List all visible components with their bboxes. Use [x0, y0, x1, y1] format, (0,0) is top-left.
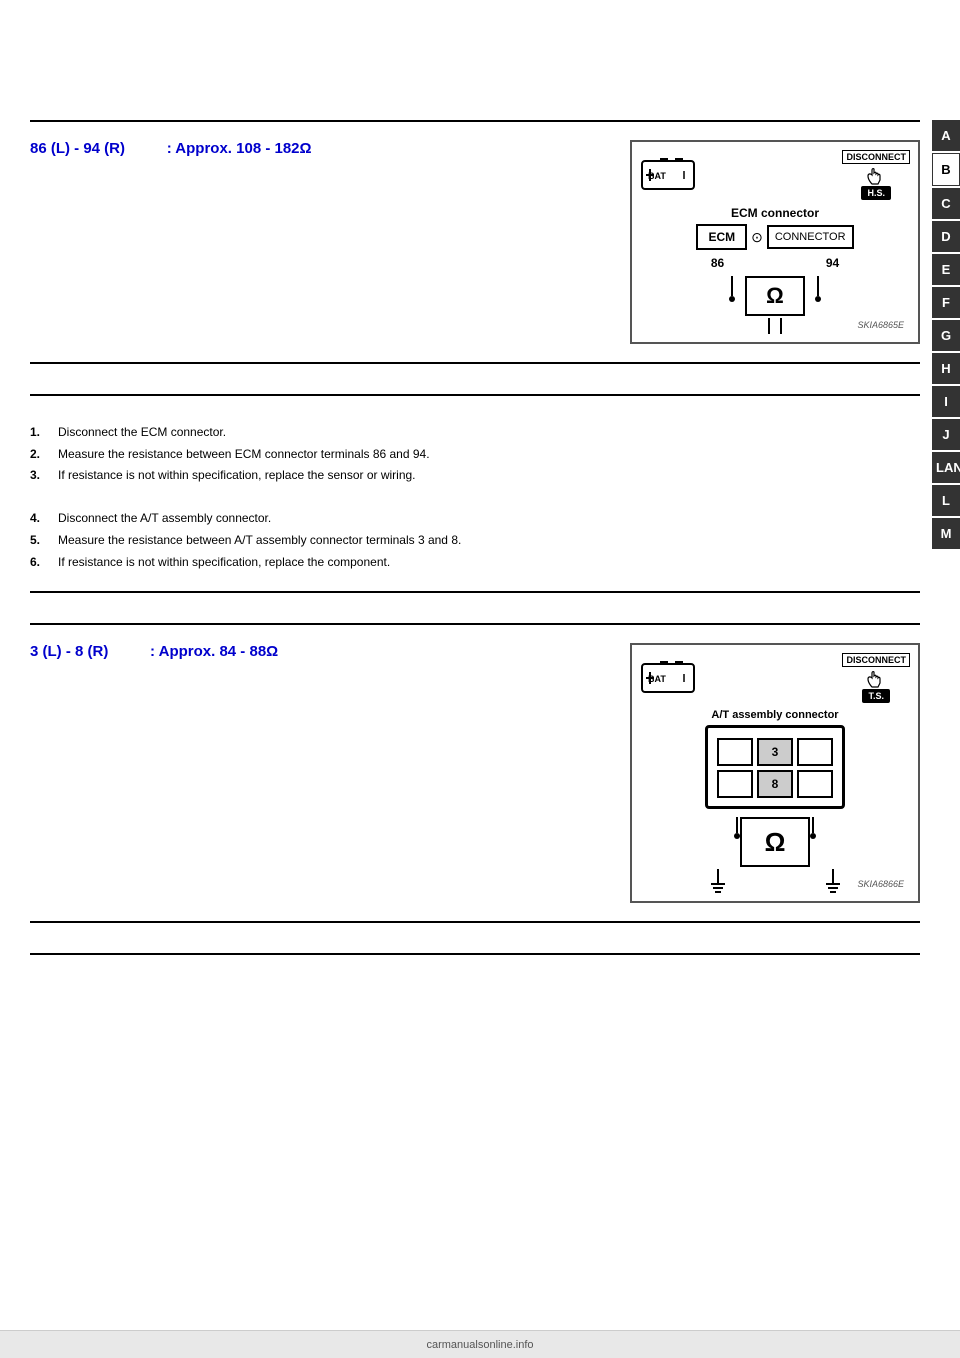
step-6: 6. If resistance is not within specifica… — [30, 552, 920, 574]
ecm-box: ECM — [696, 224, 747, 250]
at-pin-t2: 3 — [757, 738, 793, 766]
section3-title: 3 (L) - 8 (R) : Approx. 84 - 88Ω — [30, 643, 610, 660]
side-tab-A[interactable]: A — [932, 120, 960, 151]
ecm-pin-left: 86 — [711, 256, 724, 270]
step-text-2: Measure the resistance between ECM conne… — [58, 444, 430, 466]
battery-icon: BAT — [640, 157, 700, 193]
step-text-6: If resistance is not within specificatio… — [58, 552, 390, 574]
section1-content: 86 (L) - 94 (R) : Approx. 108 - 182Ω — [30, 140, 610, 165]
at-disconnect-group: DISCONNECT T.S. — [842, 653, 910, 703]
section-at-connector: 3 (L) - 8 (R) : Approx. 84 - 88Ω BAT — [30, 623, 920, 923]
ecm-probe-right — [815, 276, 821, 316]
at-ohm-container: Ω — [640, 817, 910, 867]
at-pin-t1 — [717, 738, 753, 766]
step-num-2: 2. — [30, 444, 50, 466]
connector-box: CONNECTOR — [767, 225, 854, 249]
ecm-probe-left — [729, 276, 735, 316]
at-pin-t3 — [797, 738, 833, 766]
step-3: 3. If resistance is not within specifica… — [30, 465, 920, 487]
at-pins-bottom: 8 — [716, 770, 834, 798]
main-content: 86 (L) - 94 (R) : Approx. 108 - 182Ω BAT — [30, 0, 920, 955]
at-connector-label: A/T assembly connector — [640, 709, 910, 721]
step-num-6: 6. — [30, 552, 50, 574]
skia-code-1: SKIA6865E — [857, 320, 904, 330]
section1-terminal-range: 86 (L) - 94 (R) — [30, 140, 125, 157]
hand-icon — [864, 166, 888, 186]
section3-content: 3 (L) - 8 (R) : Approx. 84 - 88Ω — [30, 643, 610, 668]
ecm-diagram-box: BAT DISCONNECT H.S. — [630, 140, 920, 344]
side-tab-H[interactable]: H — [932, 353, 960, 384]
step-num-3: 3. — [30, 465, 50, 487]
section3-resistance-value: : Approx. 84 - 88Ω — [150, 643, 278, 660]
skia-code-2: SKIA6866E — [857, 879, 904, 889]
ecm-diagram-inner: BAT DISCONNECT H.S. — [640, 150, 910, 334]
side-tab-C[interactable]: C — [932, 188, 960, 219]
at-disconnect-label: DISCONNECT — [842, 653, 910, 667]
at-ground-right — [826, 869, 840, 893]
step-num-4: 4. — [30, 508, 50, 530]
ecm-ohm-meter: Ω — [745, 276, 805, 316]
section-steps: 1. Disconnect the ECM connector. 2. Meas… — [30, 394, 920, 593]
disconnect-group: DISCONNECT H.S. — [842, 150, 910, 200]
side-tab-E[interactable]: E — [932, 254, 960, 285]
disconnect-label: DISCONNECT — [842, 150, 910, 164]
ts-badge: T.S. — [862, 689, 890, 703]
step-2: 2. Measure the resistance between ECM co… — [30, 444, 920, 466]
at-top-row: BAT DISCONNECT T.S. — [640, 653, 910, 703]
ecm-pin-numbers: 86 94 — [640, 256, 910, 270]
ecm-connector-label: ECM connector — [640, 206, 910, 220]
section1-resistance-value: : Approx. 108 - 182Ω — [167, 140, 312, 157]
step-4: 4. Disconnect the A/T assembly connector… — [30, 508, 920, 530]
step-text-4: Disconnect the A/T assembly connector. — [58, 508, 271, 530]
step-text-1: Disconnect the ECM connector. — [58, 422, 226, 444]
at-battery-icon: BAT — [640, 660, 700, 696]
at-probe-right — [810, 817, 816, 867]
side-tab-D[interactable]: D — [932, 221, 960, 252]
at-pin-b2: 8 — [757, 770, 793, 798]
step-num-5: 5. — [30, 530, 50, 552]
side-tab-B[interactable]: B — [932, 153, 960, 186]
step-text-5: Measure the resistance between A/T assem… — [58, 530, 461, 552]
section3-terminal-range: 3 (L) - 8 (R) — [30, 643, 108, 660]
at-connector-outer: 3 8 — [705, 725, 845, 809]
side-tab-list: A B C D E F G H I J LAN L M — [932, 120, 960, 549]
side-tab-LAN[interactable]: LAN — [932, 452, 960, 483]
bottom-divider — [30, 953, 920, 955]
step-5: 5. Measure the resistance between A/T as… — [30, 530, 920, 552]
hs-badge: H.S. — [861, 186, 891, 200]
at-ohm-meter: Ω — [740, 817, 810, 867]
at-ground-left — [711, 869, 725, 893]
at-pin-b3 — [797, 770, 833, 798]
ecm-ohm-row: Ω — [640, 276, 910, 316]
side-tab-I[interactable]: I — [932, 386, 960, 417]
at-diagram-inner: BAT DISCONNECT T.S. A/T a — [640, 653, 910, 893]
ecm-pin-right: 94 — [826, 256, 839, 270]
side-tab-J[interactable]: J — [932, 419, 960, 450]
at-pin-b1 — [717, 770, 753, 798]
steps-content: 1. Disconnect the ECM connector. 2. Meas… — [30, 422, 920, 573]
connector-arrow: ⊙ — [751, 229, 763, 246]
at-diagram-box: BAT DISCONNECT T.S. A/T a — [630, 643, 920, 903]
at-hand-icon — [864, 669, 888, 689]
section1-title: 86 (L) - 94 (R) : Approx. 108 - 182Ω — [30, 140, 610, 157]
ecm-top-row: BAT DISCONNECT H.S. — [640, 150, 910, 200]
section-gap-1 — [30, 364, 920, 394]
step-text-3: If resistance is not within specificatio… — [58, 465, 416, 487]
section-ecm-connector: 86 (L) - 94 (R) : Approx. 108 - 182Ω BAT — [30, 120, 920, 364]
step-num-1: 1. — [30, 422, 50, 444]
watermark-text: carmanualsonline.info — [426, 1339, 533, 1351]
side-tab-F[interactable]: F — [932, 287, 960, 318]
step-1: 1. Disconnect the ECM connector. — [30, 422, 920, 444]
ecm-connector-row: ECM ⊙ CONNECTOR — [640, 224, 910, 250]
logo-bar: carmanualsonline.info — [0, 1330, 960, 1358]
at-pins-top: 3 — [716, 738, 834, 766]
side-tab-L[interactable]: L — [932, 485, 960, 516]
side-tab-G[interactable]: G — [932, 320, 960, 351]
side-tab-M[interactable]: M — [932, 518, 960, 549]
